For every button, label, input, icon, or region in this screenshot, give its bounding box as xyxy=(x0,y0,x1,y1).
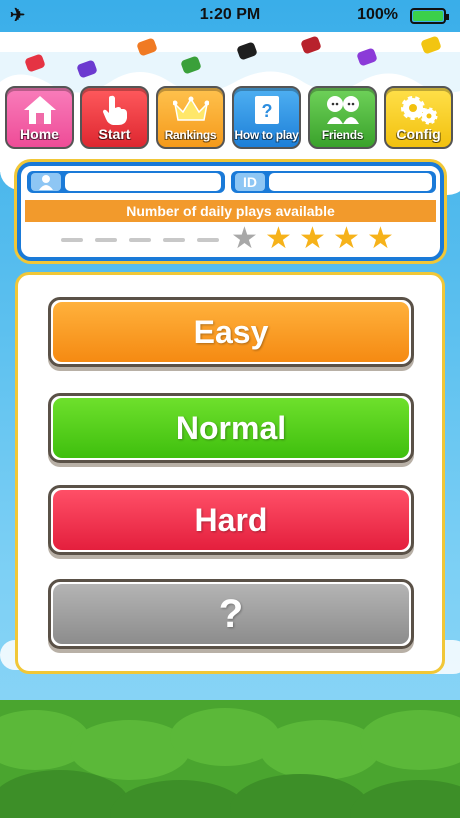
hard-button[interactable]: Hard xyxy=(48,485,414,555)
how-to-play-button[interactable]: ? How to play xyxy=(232,86,301,149)
empty-play-slot xyxy=(95,238,117,242)
top-menu: Home Start Rankings ? How to play Friend… xyxy=(5,86,455,150)
player-id-bar: ID xyxy=(231,171,436,193)
star-icon: ★ xyxy=(367,222,394,255)
easy-button[interactable]: Easy xyxy=(48,297,414,367)
mystery-button[interactable]: ? xyxy=(48,579,414,649)
crown-icon xyxy=(172,96,209,121)
house-icon xyxy=(23,96,56,124)
difficulty-panel: Easy Normal Hard ? xyxy=(15,272,445,674)
gears-icon xyxy=(400,96,437,125)
rankings-button[interactable]: Rankings xyxy=(156,86,225,149)
question-book-icon: ? xyxy=(254,96,279,124)
star-icon: ★ xyxy=(299,222,326,255)
user-icon xyxy=(31,173,61,191)
player-name-bar xyxy=(27,171,225,193)
player-name-field xyxy=(65,173,221,191)
config-button[interactable]: Config xyxy=(384,86,453,149)
battery-percent: 100% xyxy=(357,6,398,23)
empty-play-slot xyxy=(163,238,185,242)
used-star-icon: ★ xyxy=(231,222,258,255)
hand-pointer-icon xyxy=(102,95,127,125)
normal-button[interactable]: Normal xyxy=(48,393,414,463)
friends-icon xyxy=(326,96,359,124)
id-label: ID xyxy=(235,173,265,191)
battery-icon xyxy=(410,8,449,24)
daily-plays-label: Number of daily plays available xyxy=(25,200,436,222)
empty-play-slot xyxy=(61,238,83,242)
grass-ground xyxy=(0,700,460,818)
friends-button[interactable]: Friends xyxy=(308,86,377,149)
home-button[interactable]: Home xyxy=(5,86,74,149)
player-info-panel: ID Number of daily plays available ★ ★ ★ ★ ★ xyxy=(17,162,444,261)
star-icon: ★ xyxy=(333,222,360,255)
status-bar: ✈ 1:20 PM 100% xyxy=(0,0,460,32)
empty-play-slot xyxy=(129,238,151,242)
svg-text:?: ? xyxy=(261,101,272,121)
star-icon: ★ xyxy=(265,222,292,255)
player-id-field xyxy=(269,173,432,191)
empty-play-slot xyxy=(197,238,219,242)
start-button[interactable]: Start xyxy=(80,86,149,149)
